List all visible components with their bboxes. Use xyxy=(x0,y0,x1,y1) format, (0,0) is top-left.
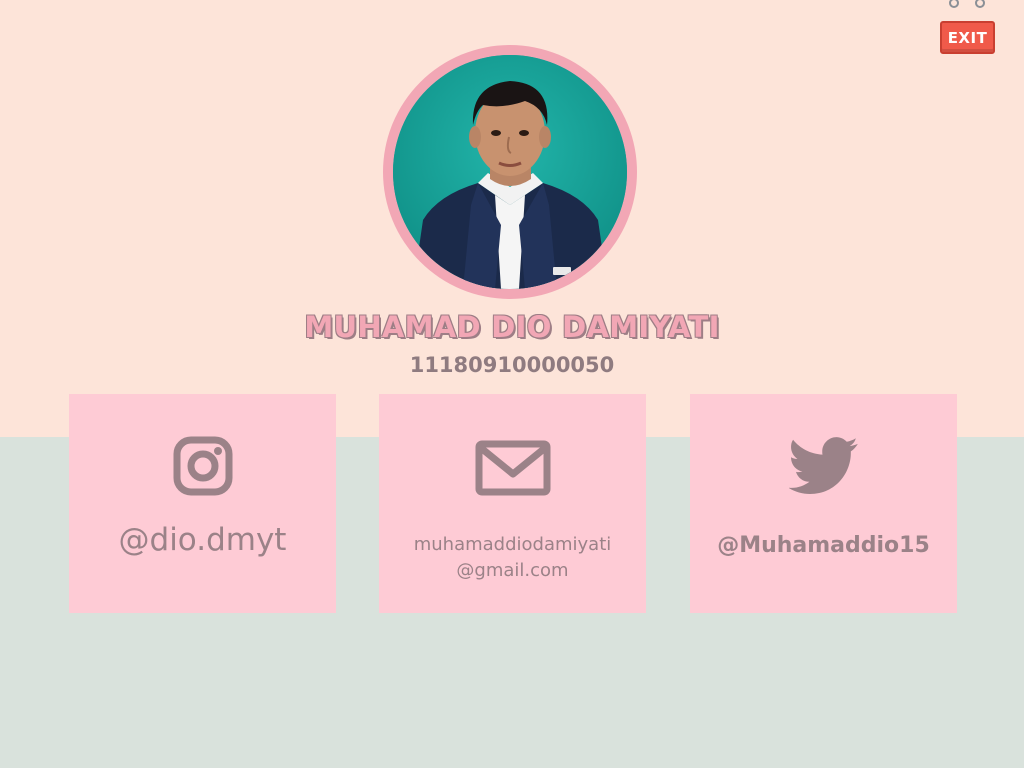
email-address: muhamaddiodamiyati @gmail.com xyxy=(379,532,646,584)
twitter-handle: @Muhamaddio15 xyxy=(717,533,930,558)
mail-icon xyxy=(379,440,646,496)
twitter-card[interactable]: @Muhamaddio15 xyxy=(690,394,957,613)
twitter-icon xyxy=(690,436,957,496)
profile-name: MUHAMAD DIO DAMIYATI xyxy=(304,310,720,344)
profile-avatar-frame xyxy=(383,45,637,299)
profile-photo xyxy=(393,55,627,289)
instagram-icon xyxy=(69,436,336,496)
email-address-line1: muhamaddiodamiyati xyxy=(413,534,612,555)
instagram-handle: @dio.dmyt xyxy=(118,522,287,558)
email-address-line2: @gmail.com xyxy=(456,560,569,581)
email-card[interactable]: muhamaddiodamiyati @gmail.com xyxy=(379,394,646,613)
exit-button[interactable]: EXIT xyxy=(940,21,995,54)
profile-id-number: 11180910000050 xyxy=(409,353,615,377)
instagram-card[interactable]: @dio.dmyt xyxy=(69,394,336,613)
